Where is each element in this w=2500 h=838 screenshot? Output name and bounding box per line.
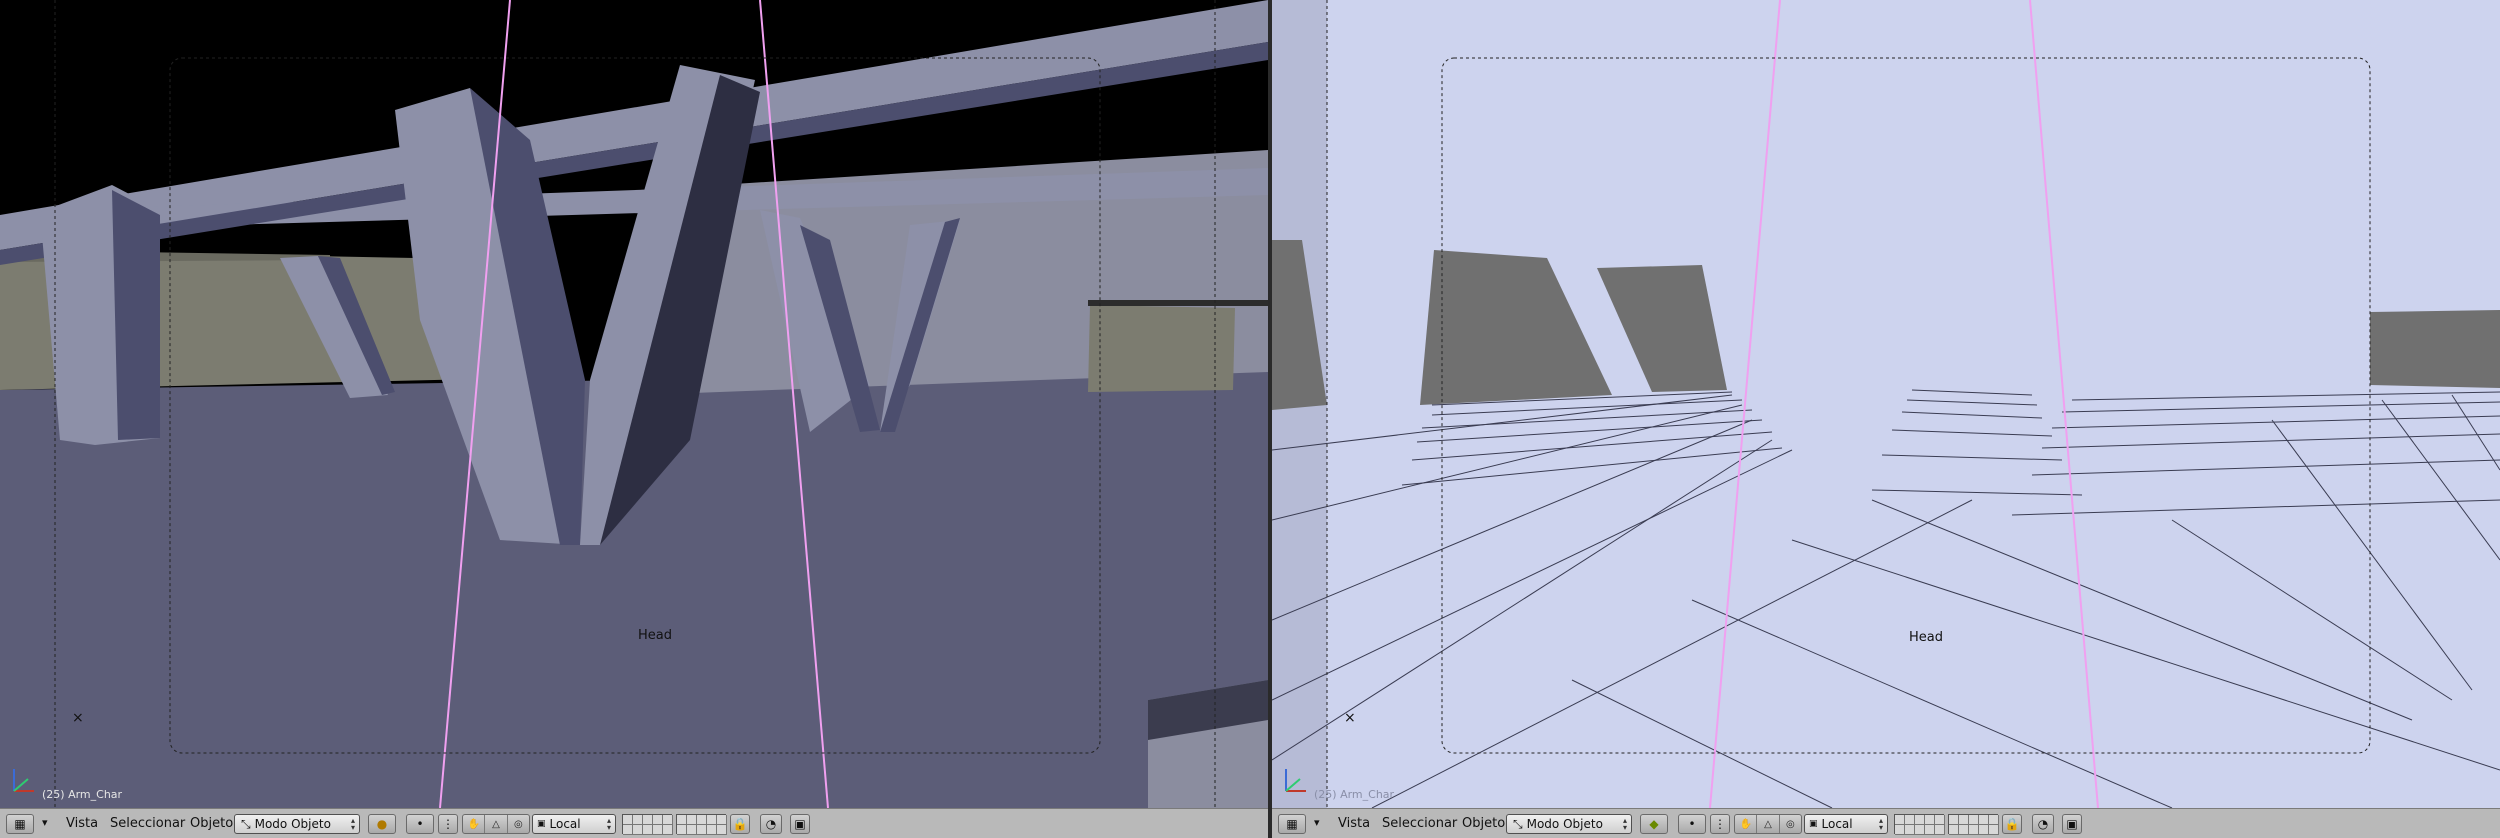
snap-toggle[interactable]: ⋮ [1710,814,1730,834]
dropdown-arrows-icon: ▴ ▾ [1878,816,1883,832]
hand-icon[interactable]: ✋ [463,815,486,833]
viewport-left[interactable]: Head × (25) Arm_Char ▦ ▾ Vista Seleccion… [0,0,1268,838]
right-scene-graphic [1272,0,2500,808]
snap-icon: ⋮ [442,817,454,831]
layers-grid-1[interactable] [622,814,673,835]
3d-cursor-marker: × [1344,710,1356,726]
dropdown-arrows-icon: ▴ ▾ [606,816,611,832]
camera-target-label: Head [638,628,672,643]
circle-icon[interactable]: ◎ [1780,815,1801,833]
menu-objeto[interactable]: Objeto [190,816,233,831]
orientation-value: Local [549,817,581,831]
menu-vista[interactable]: Vista [66,816,98,831]
lock-icon: 🔒 [732,817,748,831]
orientation-icon: ▣ [537,819,546,829]
viewport-left-scene[interactable] [0,0,1268,808]
transform-manipulators[interactable]: ✋ △ ◎ [462,814,530,834]
triangle-icon[interactable]: △ [1757,815,1780,833]
overlay-icon: ◔ [2037,817,2049,831]
transform-manipulators[interactable]: ✋ △ ◎ [1734,814,1802,834]
3d-cursor-marker: × [72,710,84,726]
mode-dropdown[interactable]: ⤡ Modo Objeto ▴ ▾ [1506,814,1632,834]
left-scene-graphic [0,0,1268,808]
shading-dropdown[interactable]: ◆ [1640,814,1668,834]
render-icon: ▣ [794,817,806,831]
object-mode-icon: ⤡ [1513,816,1523,831]
pivot-dropdown[interactable]: • [1678,814,1706,834]
layers-grid-2[interactable] [676,814,727,835]
viewport-right-header: ▦ ▾ Vista Seleccionar Objeto ⤡ Modo Obje… [1272,808,2500,838]
grid-icon: ▦ [1286,817,1298,831]
shading-icon: ◆ [1649,817,1659,831]
overlay-toggle[interactable]: ◔ [760,814,782,834]
editor-type-button[interactable]: ▦ [6,814,34,834]
object-info: (25) Arm_Char [42,788,123,801]
lock-camera-toggle[interactable]: 🔒 [2002,814,2022,834]
render-button[interactable]: ▣ [790,814,810,834]
mode-dropdown-value: Modo Objeto [254,817,331,831]
overlay-toggle[interactable]: ◔ [2032,814,2054,834]
menu-vista[interactable]: Vista [1338,816,1370,831]
viewport-right-scene[interactable] [1272,0,2500,808]
viewport-left-header: ▦ ▾ Vista Seleccionar Objeto ⤡ Modo Obje… [0,808,1268,838]
triangle-icon[interactable]: △ [485,815,508,833]
render-button[interactable]: ▣ [2062,814,2082,834]
overlay-icon: ◔ [765,817,777,831]
render-icon: ▣ [2066,817,2078,831]
pivot-dropdown[interactable]: • [406,814,434,834]
lock-camera-toggle[interactable]: 🔒 [730,814,750,834]
menu-seleccionar[interactable]: Seleccionar [1382,816,1457,831]
axis-gizmo-icon [13,769,34,792]
snap-toggle[interactable]: ⋮ [438,814,458,834]
shading-icon: ● [376,817,388,831]
collapse-menus-icon[interactable]: ▾ [42,816,48,829]
snap-icon: ⋮ [1714,817,1726,831]
camera-target-label: Head [1909,630,1943,645]
dropdown-arrows-icon: ▴ ▾ [1622,816,1627,832]
editor-type-button[interactable]: ▦ [1278,814,1306,834]
orientation-dropdown[interactable]: ▣ Local ▴ ▾ [532,814,616,834]
viewport-right[interactable]: Head × (25) Arm_Char ▦ ▾ Vista Seleccion… [1272,0,2500,838]
hand-icon[interactable]: ✋ [1735,815,1758,833]
dropdown-arrows-icon: ▴ ▾ [350,816,355,832]
pivot-icon: • [416,817,424,831]
shading-dropdown[interactable]: ● [368,814,396,834]
axis-gizmo-icon [1285,769,1306,792]
orientation-dropdown[interactable]: ▣ Local ▴ ▾ [1804,814,1888,834]
collapse-menus-icon[interactable]: ▾ [1314,816,1320,829]
orientation-value: Local [1821,817,1853,831]
object-info: (25) Arm_Char [1314,788,1395,801]
pivot-icon: • [1688,817,1696,831]
layers-grid-2[interactable] [1948,814,1999,835]
grid-icon: ▦ [14,817,26,831]
object-mode-icon: ⤡ [241,816,251,831]
mode-dropdown-value: Modo Objeto [1526,817,1603,831]
circle-icon[interactable]: ◎ [508,815,529,833]
menu-seleccionar[interactable]: Seleccionar [110,816,185,831]
layers-grid-1[interactable] [1894,814,1945,835]
lock-icon: 🔒 [2004,817,2020,831]
mode-dropdown[interactable]: ⤡ Modo Objeto ▴ ▾ [234,814,360,834]
menu-objeto[interactable]: Objeto [1462,816,1505,831]
orientation-icon: ▣ [1809,819,1818,829]
blender-window: Head × (25) Arm_Char ▦ ▾ Vista Seleccion… [0,0,2500,838]
